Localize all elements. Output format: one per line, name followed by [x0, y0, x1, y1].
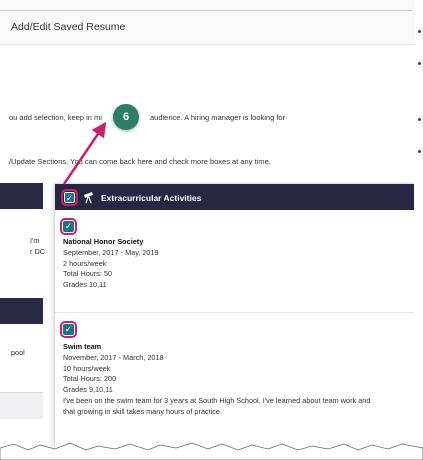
annotation-arrow [62, 121, 107, 185]
step-badge: 6 [113, 104, 139, 130]
torn-edge [0, 442, 423, 460]
